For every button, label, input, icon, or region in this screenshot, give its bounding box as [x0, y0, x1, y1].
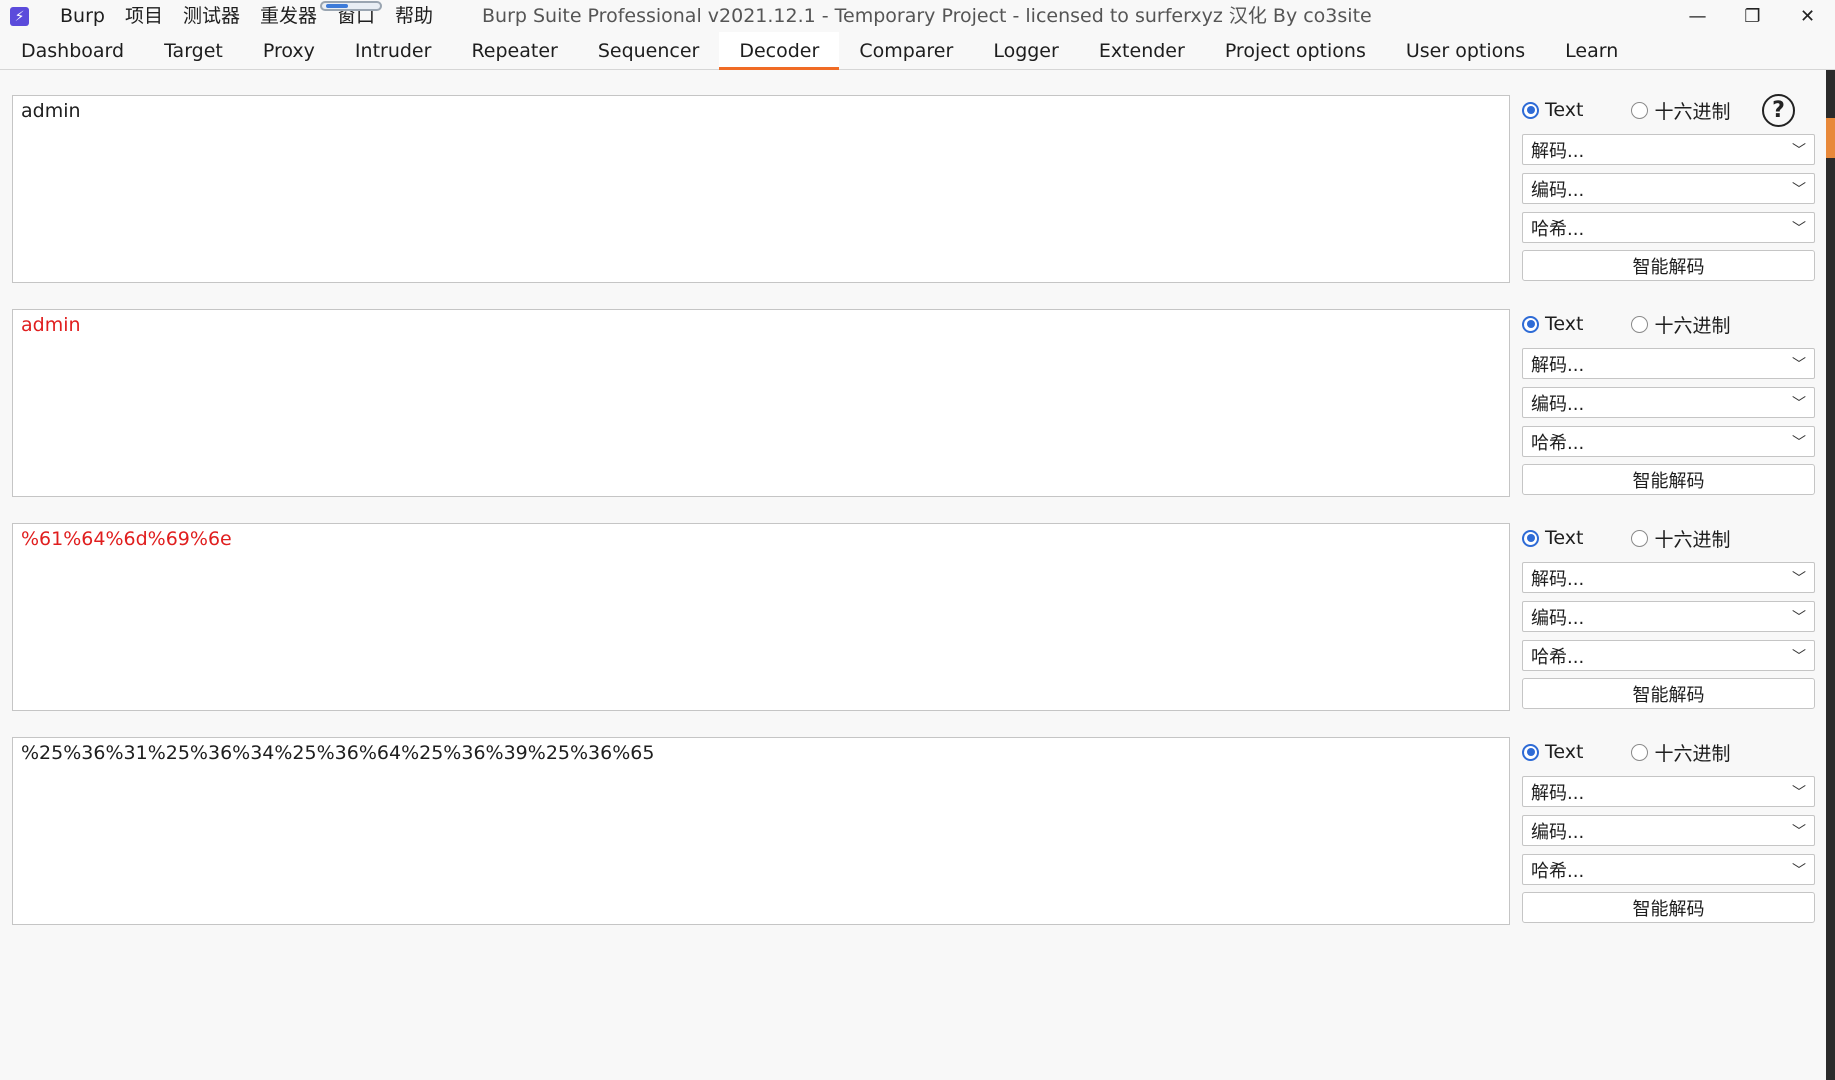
encode-as-select[interactable]: 编码... ﹀ — [1522, 387, 1815, 418]
decode-as-select[interactable]: 解码... ﹀ — [1522, 776, 1815, 807]
menu-intruder[interactable]: 测试器 — [173, 0, 250, 32]
smart-decode-button[interactable]: 智能解码 — [1522, 250, 1815, 281]
menu-help[interactable]: 帮助 — [385, 0, 443, 32]
encode-as-label: 编码... — [1531, 179, 1585, 201]
help-icon[interactable]: ? — [1762, 94, 1795, 127]
radio-hex-label: 十六进制 — [1654, 528, 1731, 551]
radio-hex[interactable] — [1631, 315, 1649, 333]
decoder-panel-4[interactable]: %25%36%31%25%36%34%25%36%64%25%36%39%25%… — [12, 737, 1510, 925]
chevron-down-icon: ﹀ — [1792, 220, 1806, 237]
encode-as-select[interactable]: 编码... ﹀ — [1522, 815, 1815, 846]
chevron-down-icon: ﹀ — [1792, 356, 1806, 373]
chevron-down-icon: ﹀ — [1792, 181, 1806, 198]
smart-decode-button[interactable]: 智能解码 — [1522, 892, 1815, 923]
chevron-down-icon: ﹀ — [1792, 142, 1806, 159]
menu-burp[interactable]: Burp — [50, 0, 115, 32]
radio-text[interactable] — [1522, 529, 1539, 547]
mode-radio-group: Text 十六进制 — [1522, 524, 1815, 552]
tab-dashboard[interactable]: Dashboard — [1, 32, 144, 69]
decode-as-label: 解码... — [1531, 568, 1585, 590]
radio-text[interactable] — [1522, 315, 1539, 333]
chevron-down-icon: ﹀ — [1792, 648, 1806, 665]
decoder-text-3[interactable]: %61%64%6d%69%6e — [21, 528, 1501, 550]
tab-extender[interactable]: Extender — [1079, 32, 1205, 69]
menu-focus-indicator — [320, 1, 382, 11]
tab-sequencer[interactable]: Sequencer — [578, 32, 720, 69]
hash-select[interactable]: 哈希... ﹀ — [1522, 640, 1815, 671]
tab-comparer[interactable]: Comparer — [839, 32, 973, 69]
encode-as-select[interactable]: 编码... ﹀ — [1522, 601, 1815, 632]
decode-as-select[interactable]: 解码... ﹀ — [1522, 562, 1815, 593]
decoder-text-4[interactable]: %25%36%31%25%36%34%25%36%64%25%36%39%25%… — [21, 742, 1501, 764]
radio-hex-label: 十六进制 — [1654, 742, 1731, 765]
window-title: Burp Suite Professional v2021.12.1 - Tem… — [482, 5, 1372, 27]
hash-label: 哈希... — [1531, 432, 1585, 454]
tab-logger[interactable]: Logger — [973, 32, 1079, 69]
chevron-down-icon: ﹀ — [1792, 609, 1806, 626]
decoder-panel-1[interactable]: admin — [12, 95, 1510, 283]
radio-hex[interactable] — [1631, 529, 1649, 547]
decoder-text-1[interactable]: admin — [21, 100, 1501, 122]
chevron-down-icon: ﹀ — [1792, 434, 1806, 451]
window-controls: — ❐ ✕ — [1670, 0, 1835, 32]
menu-bar: Burp 项目 测试器 重发器 窗口 帮助 — [50, 0, 443, 32]
radio-text-label: Text — [1545, 313, 1584, 335]
chevron-down-icon: ﹀ — [1792, 570, 1806, 587]
chevron-down-icon: ﹀ — [1792, 823, 1806, 840]
tab-decoder[interactable]: Decoder — [719, 32, 840, 70]
radio-text-label: Text — [1545, 99, 1584, 121]
radio-hex[interactable] — [1631, 743, 1649, 761]
decode-as-label: 解码... — [1531, 782, 1585, 804]
decode-as-label: 解码... — [1531, 354, 1585, 376]
title-bar: ⚡ Burp 项目 测试器 重发器 窗口 帮助 Burp Suite Profe… — [0, 0, 1835, 32]
hash-select[interactable]: 哈希... ﹀ — [1522, 426, 1815, 457]
mode-radio-group: Text 十六进制 — [1522, 738, 1815, 766]
decoder-text-2[interactable]: admin — [21, 314, 1501, 336]
decoder-panel-2[interactable]: admin — [12, 309, 1510, 497]
hash-label: 哈希... — [1531, 646, 1585, 668]
chevron-down-icon: ﹀ — [1792, 395, 1806, 412]
burp-app-icon[interactable]: ⚡ — [10, 7, 29, 26]
decode-as-select[interactable]: 解码... ﹀ — [1522, 348, 1815, 379]
chevron-down-icon: ﹀ — [1792, 784, 1806, 801]
scrollbar-thumb[interactable] — [1826, 118, 1835, 158]
decode-as-select[interactable]: 解码... ﹀ — [1522, 134, 1815, 165]
restore-button[interactable]: ❐ — [1725, 0, 1780, 32]
menu-project[interactable]: 项目 — [115, 0, 173, 32]
radio-text[interactable] — [1522, 101, 1539, 119]
radio-text-label: Text — [1545, 527, 1584, 549]
decoder-panel-3[interactable]: %61%64%6d%69%6e — [12, 523, 1510, 711]
tab-target[interactable]: Target — [144, 32, 243, 69]
smart-decode-button[interactable]: 智能解码 — [1522, 678, 1815, 709]
vertical-scrollbar[interactable] — [1826, 70, 1835, 1080]
radio-hex-label: 十六进制 — [1654, 314, 1731, 337]
hash-label: 哈希... — [1531, 218, 1585, 240]
tab-user-options[interactable]: User options — [1386, 32, 1545, 69]
menu-repeater[interactable]: 重发器 — [250, 0, 327, 32]
encode-as-label: 编码... — [1531, 607, 1585, 629]
tab-repeater[interactable]: Repeater — [451, 32, 577, 69]
tab-intruder[interactable]: Intruder — [335, 32, 452, 69]
mode-radio-group: Text 十六进制 ? — [1522, 94, 1815, 127]
close-button[interactable]: ✕ — [1780, 0, 1835, 32]
encode-as-select[interactable]: 编码... ﹀ — [1522, 173, 1815, 204]
radio-text[interactable] — [1522, 743, 1539, 761]
radio-hex[interactable] — [1631, 101, 1649, 119]
tab-proxy[interactable]: Proxy — [243, 32, 335, 69]
hash-select[interactable]: 哈希... ﹀ — [1522, 854, 1815, 885]
radio-hex-label: 十六进制 — [1654, 100, 1731, 123]
tab-learn[interactable]: Learn — [1545, 32, 1638, 69]
tab-project-options[interactable]: Project options — [1205, 32, 1386, 69]
mode-radio-group: Text 十六进制 — [1522, 310, 1815, 338]
hash-label: 哈希... — [1531, 860, 1585, 882]
radio-text-label: Text — [1545, 741, 1584, 763]
chevron-down-icon: ﹀ — [1792, 862, 1806, 879]
smart-decode-button[interactable]: 智能解码 — [1522, 464, 1815, 495]
main-tab-bar: Dashboard Target Proxy Intruder Repeater… — [0, 32, 1835, 70]
encode-as-label: 编码... — [1531, 393, 1585, 415]
encode-as-label: 编码... — [1531, 821, 1585, 843]
hash-select[interactable]: 哈希... ﹀ — [1522, 212, 1815, 243]
minimize-button[interactable]: — — [1670, 0, 1725, 32]
decode-as-label: 解码... — [1531, 140, 1585, 162]
